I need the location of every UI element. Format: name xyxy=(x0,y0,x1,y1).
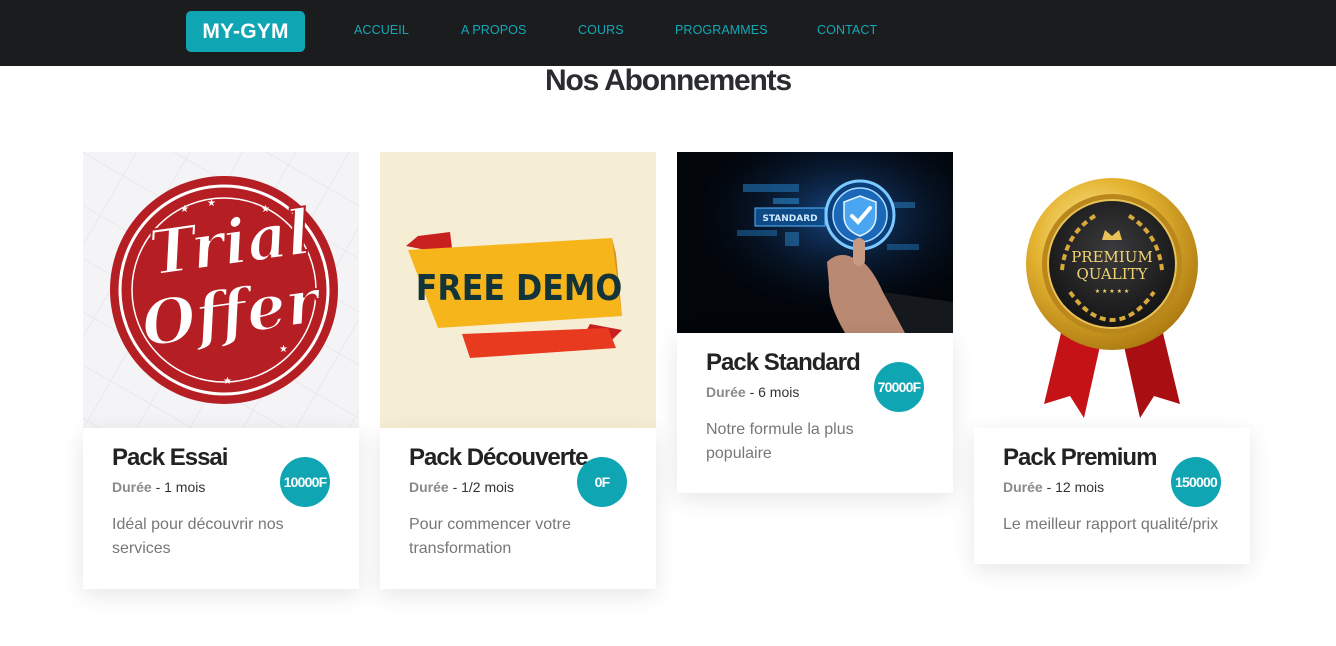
card-title: Pack Standard xyxy=(706,349,861,376)
card-duration: Durée - 6 mois xyxy=(706,384,800,400)
banner-text: FREE DEMO xyxy=(416,267,623,308)
card-title: Pack Premium xyxy=(1003,444,1157,471)
price-badge: 70000F xyxy=(874,362,924,412)
card-body: Pack Premium Durée - 12 mois 150000 Le m… xyxy=(974,428,1250,564)
nav-link-cours[interactable]: COURS xyxy=(578,23,624,37)
card-description: Idéal pour découvrir nos services xyxy=(112,516,284,557)
card-title: Pack Essai xyxy=(112,444,228,471)
nav-link-a-propos[interactable]: A PROPOS xyxy=(461,23,526,37)
standard-label: STANDARD xyxy=(762,214,817,224)
card-body: Pack Standard Durée - 6 mois 70000F Notr… xyxy=(677,333,953,493)
free-demo-banner-image: FREE DEMO xyxy=(380,152,656,428)
card-duration: Durée - 1/2 mois xyxy=(409,479,515,495)
trial-offer-stamp-image: ★ ★ ★ ★ ★ Trial Offer xyxy=(83,152,359,428)
card-body: Pack Découverte Durée - 1/2 mois 0F Pour… xyxy=(380,428,656,589)
medal-premium-text: PREMIUM xyxy=(1071,248,1153,266)
navbar: MY-GYM ACCUEIL A PROPOS COURS PROGRAMMES… xyxy=(0,0,1336,66)
card-duration: Durée - 1 mois xyxy=(112,479,206,495)
svg-text:★: ★ xyxy=(279,344,288,355)
brand-logo-button[interactable]: MY-GYM xyxy=(186,11,305,52)
nav-link-accueil[interactable]: ACCUEIL xyxy=(354,23,409,37)
medal-quality-text: QUALITY xyxy=(1076,265,1148,283)
price-badge: 0F xyxy=(577,457,627,507)
section-title: Nos Abonnements xyxy=(545,64,792,97)
svg-text:★ ★ ★ ★ ★: ★ ★ ★ ★ ★ xyxy=(1095,288,1130,295)
svg-text:★: ★ xyxy=(223,376,232,387)
card-body: Pack Essai Durée - 1 mois 10000F Idéal p… xyxy=(83,428,359,589)
price-badge: 150000 xyxy=(1171,457,1221,507)
nav-link-programmes[interactable]: PROGRAMMES xyxy=(675,23,768,37)
nav-link-contact[interactable]: CONTACT xyxy=(817,23,877,37)
card-title: Pack Découverte xyxy=(409,444,588,471)
card-description: Pour commencer votre transformation xyxy=(409,516,571,557)
card-duration: Durée - 12 mois xyxy=(1003,479,1105,495)
standard-shield-image: STANDARD xyxy=(677,152,953,333)
price-badge: 10000F xyxy=(280,457,330,507)
card-description: Notre formule la plus populaire xyxy=(706,421,854,462)
premium-quality-medal-image: PREMIUM QUALITY ★ ★ ★ ★ ★ xyxy=(974,152,1250,428)
card-description: Le meilleur rapport qualité/prix xyxy=(1003,516,1219,533)
